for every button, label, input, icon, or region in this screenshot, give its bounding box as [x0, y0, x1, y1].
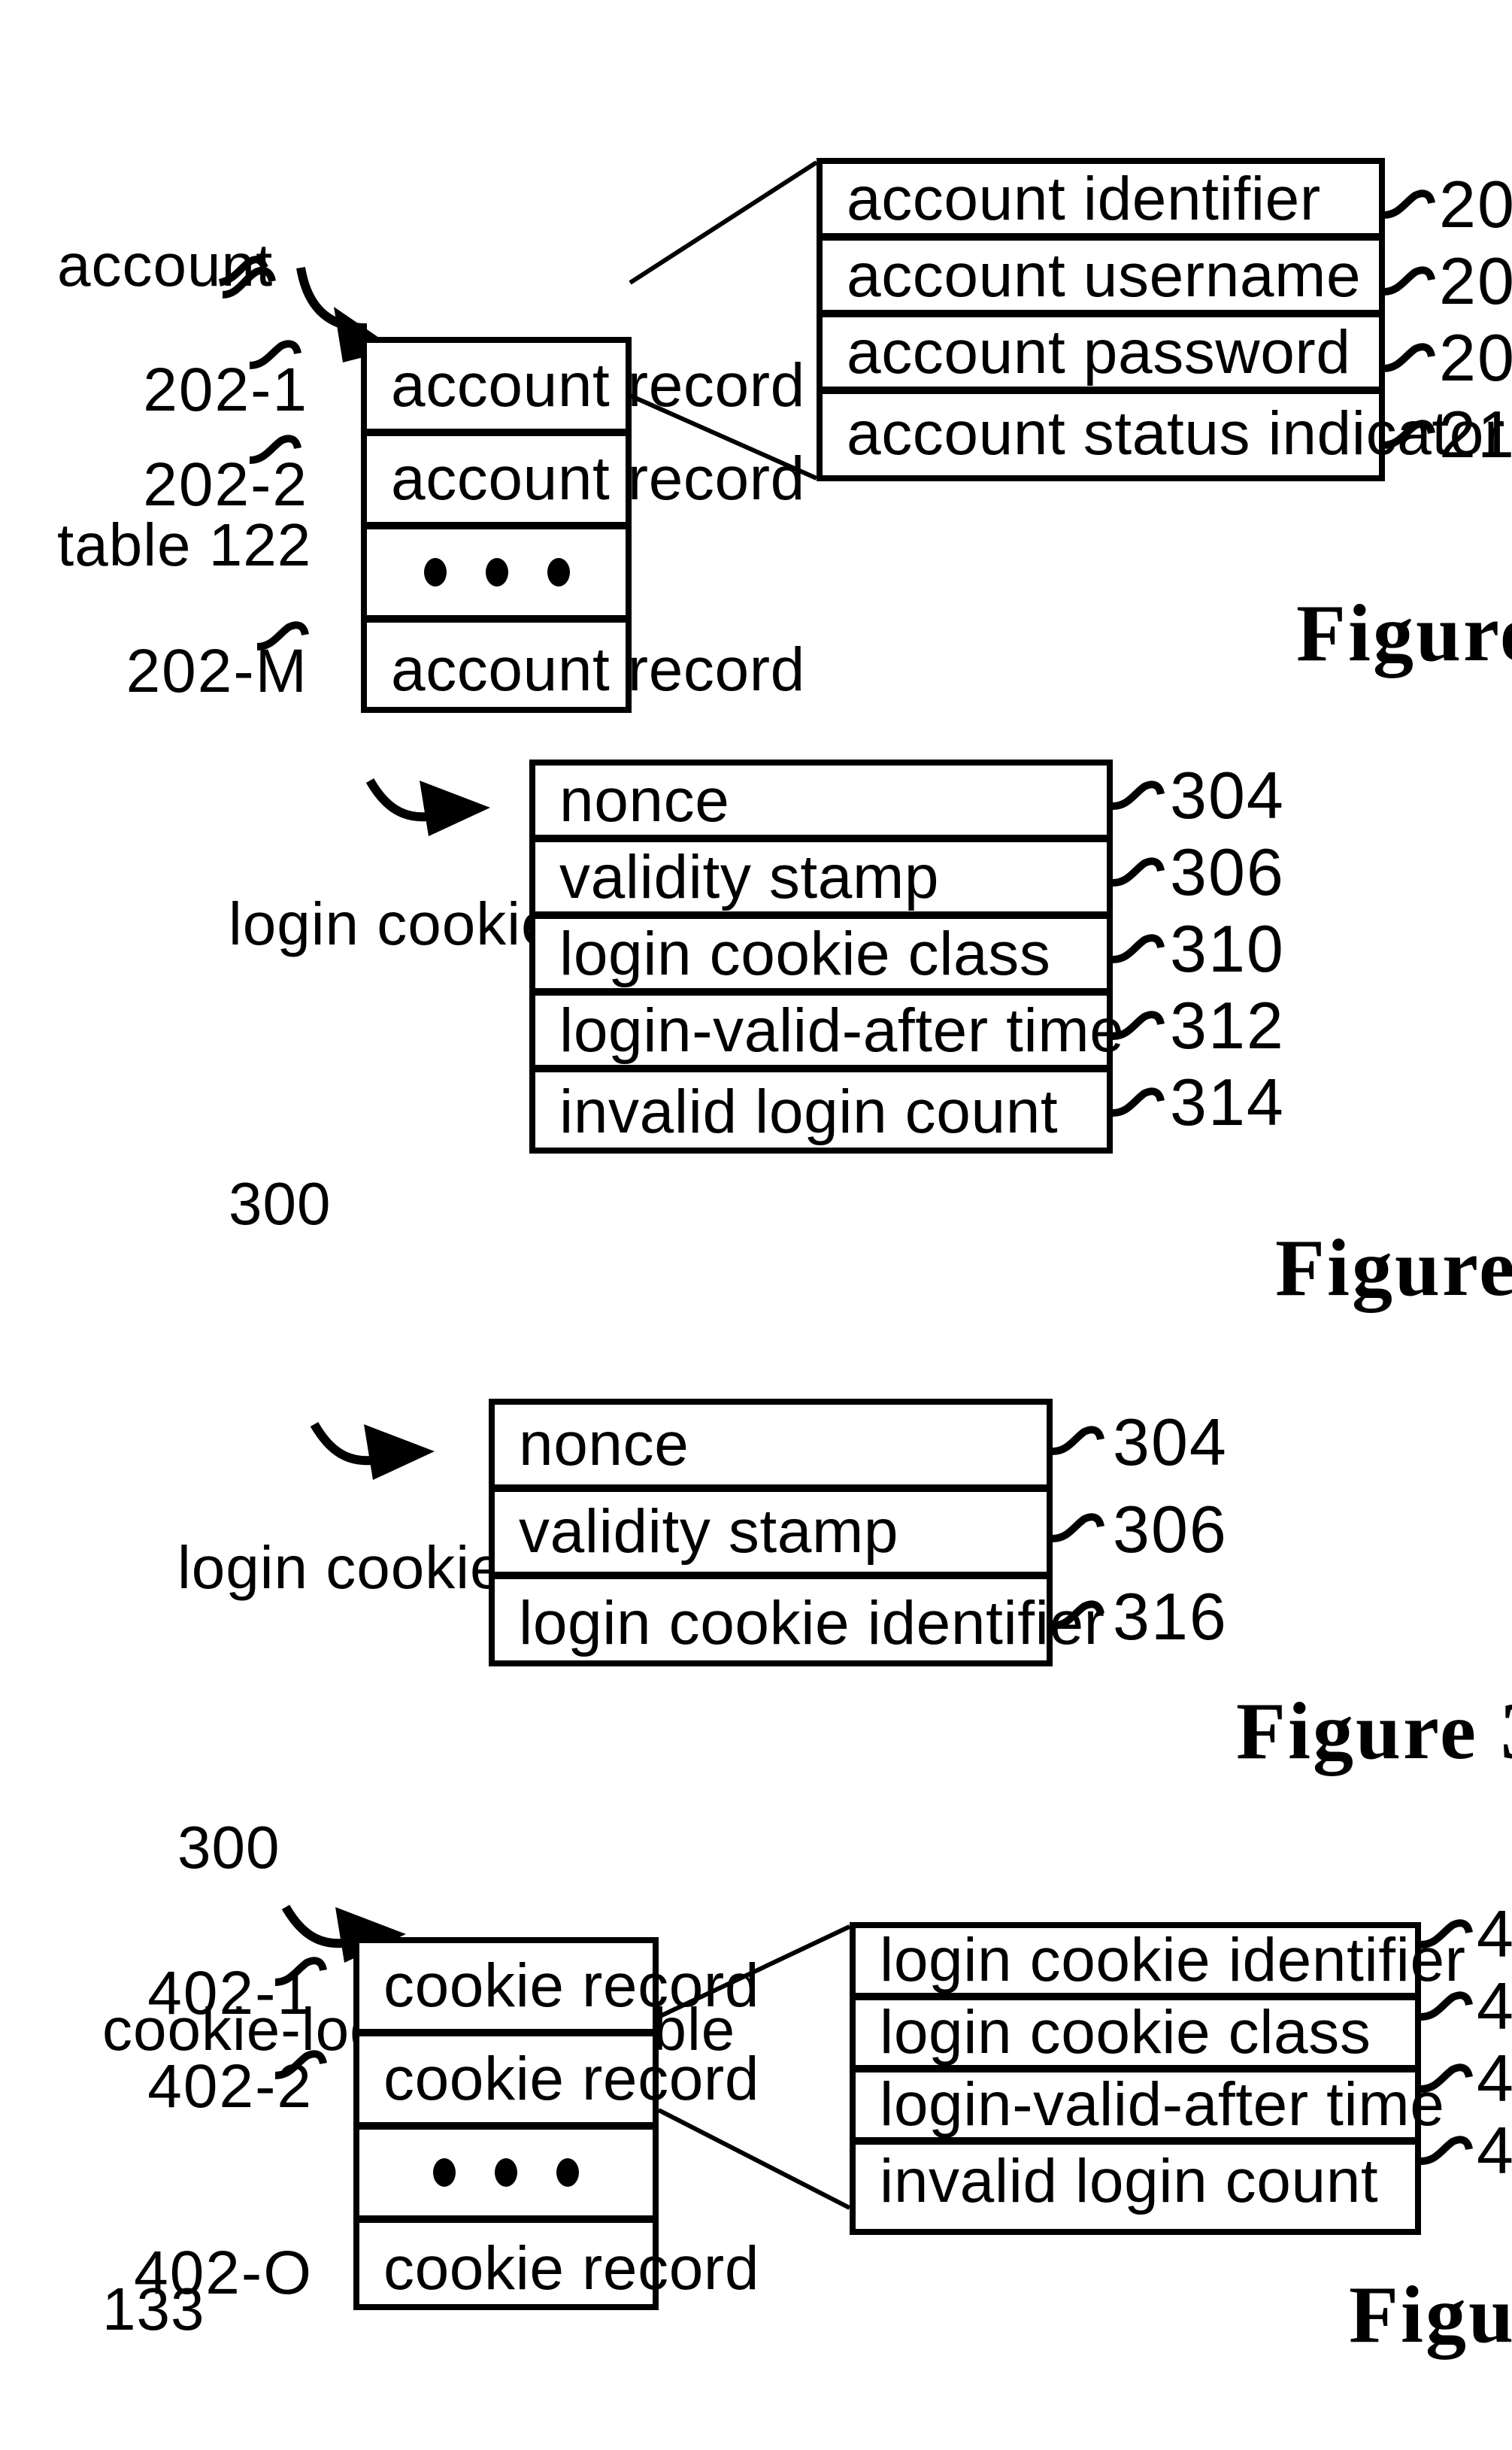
figure3a-row-login-valid-after-time: login-valid-after time	[535, 995, 1124, 1072]
figure3a-label-login-cookie-class: login cookie class	[559, 918, 1051, 987]
figure3a-ref-306: 306	[1170, 836, 1285, 910]
figure3a-ref-312: 312	[1170, 990, 1285, 1063]
figure3a-login-cookie-box: nonce validity stamp login cookie class …	[529, 760, 1124, 1154]
figure3a-label-nonce: nonce	[559, 765, 730, 834]
figure3a-label-invalid-login-count: invalid login count	[559, 1076, 1059, 1145]
figure2-ellipsis-row	[367, 529, 626, 623]
figure3a-label-login-valid-after-time: login-valid-after time	[559, 995, 1125, 1064]
figure2-ref-208: 208	[1439, 322, 1512, 396]
figure3b-ref-304: 304	[1113, 1406, 1228, 1480]
figure3b-row-login-cookie-identifier: login cookie identifier	[495, 1579, 1104, 1666]
figure3b-ref-306: 306	[1113, 1493, 1228, 1567]
figure2-account-record-detail: account identifier account username acco…	[817, 158, 1504, 481]
figure2-account-record-row-1: account record	[367, 343, 804, 436]
figure3a-row-validity-stamp: validity stamp	[535, 841, 1107, 919]
figure4-ref-404: 404	[1477, 1898, 1512, 1972]
figure4-detail-label-login-cookie-identifier: login cookie identifier	[880, 1925, 1466, 1994]
figure4-ref-408: 408	[1477, 2042, 1512, 2116]
figure4-ref-410: 410	[1477, 2115, 1512, 2188]
figure4-detail-label-login-valid-after-time: login-valid-after time	[880, 2069, 1445, 2139]
figure4-detail-label-login-cookie-class: login cookie class	[880, 1997, 1371, 2066]
figure4-ref-402-2: 402-2	[147, 2051, 313, 2121]
figure4-cookie-record-detail: login cookie identifier login cookie cla…	[850, 1922, 1465, 2235]
ref-leader-208	[1383, 343, 1435, 372]
figure2-ref-202-2: 202-2	[143, 450, 308, 519]
figure3a-ref-304: 304	[1170, 760, 1285, 833]
figure2-account-table: account record account record account re…	[361, 337, 804, 713]
figure4-cookie-record-label-o: cookie record	[383, 2233, 760, 2302]
figure3a-row-nonce: nonce	[535, 765, 1107, 842]
ellipsis-icon	[433, 2158, 579, 2187]
figure2-ref-206: 206	[1439, 245, 1512, 319]
figure2-detail-row-status: account status indicator	[823, 394, 1504, 472]
figure3a-ref-310: 310	[1170, 913, 1285, 987]
figure2-detail-row-password: account password	[823, 317, 1379, 394]
figure4-cookie-record-row-o: cookie record	[359, 2223, 759, 2313]
figure2-table-label-line1: account	[57, 233, 274, 299]
figure4-ref-402-o: 402-O	[134, 2238, 313, 2307]
figure2-caption: Figure 2	[1296, 588, 1512, 678]
figure2-detail-label-password: account password	[847, 317, 1351, 386]
figure2-ref-210: 210	[1439, 399, 1512, 472]
figure2-detail-label-status: account status indicator	[847, 398, 1505, 467]
figure4-cookie-record-row-1: cookie record	[359, 1943, 759, 2036]
figure3b-label-validity-stamp: validity stamp	[519, 1496, 899, 1566]
figure2-account-record-row-2: account record	[367, 436, 804, 529]
expansion-line-fig2-top	[629, 160, 818, 285]
figure2-account-record-label-1: account record	[391, 350, 805, 420]
ref-leader-204	[1383, 190, 1435, 219]
figure3a-caption: Figure 3A	[1275, 1223, 1512, 1313]
figure3b-row-nonce: nonce	[495, 1405, 1047, 1492]
figure4-detail-row-login-cookie-identifier: login cookie identifier	[856, 1925, 1465, 2000]
figure4-ref-402-1: 402-1	[147, 1958, 313, 2027]
figure4-detail-row-login-valid-after-time: login-valid-after time	[856, 2069, 1444, 2145]
drawing-sheet: account table 122 account record account…	[0, 0, 1512, 2360]
figure4-cookie-record-label-1: cookie record	[383, 1951, 760, 2020]
figure4-ref-406: 406	[1477, 1970, 1512, 2044]
figure2-detail-row-username: account username	[823, 240, 1379, 317]
figure2-account-record-label-2: account record	[391, 444, 805, 513]
figure3a-ref-314: 314	[1170, 1066, 1285, 1140]
figure4-ellipsis-row	[359, 2130, 653, 2223]
figure4-caption: Figure 4	[1349, 2270, 1512, 2360]
figure4-cookie-login-state-table: cookie record cookie record cookie recor…	[353, 1937, 759, 2313]
figure3a-label-validity-stamp: validity stamp	[559, 841, 940, 911]
figure3b-label-nonce: nonce	[519, 1409, 689, 1478]
figure2-detail-row-identifier: account identifier	[823, 163, 1379, 241]
figure3a-table-label-line1: login cookie	[229, 892, 556, 958]
figure4-cookie-record-label-2: cookie record	[383, 2044, 760, 2113]
figure2-ref-204: 204	[1439, 168, 1512, 242]
ellipsis-icon	[423, 558, 569, 587]
figure2-detail-label-identifier: account identifier	[847, 163, 1321, 232]
figure4-detail-row-login-cookie-class: login cookie class	[856, 1997, 1415, 2072]
figure2-ref-202-1: 202-1	[143, 355, 308, 424]
figure3b-label-login-cookie-identifier: login cookie identifier	[519, 1587, 1105, 1657]
figure3a-row-invalid-login-count: invalid login count	[535, 1072, 1107, 1151]
figure2-detail-label-username: account username	[847, 240, 1362, 309]
figure3b-row-validity-stamp: validity stamp	[495, 1492, 1047, 1579]
figure3b-login-cookie-box: nonce validity stamp login cookie identi…	[489, 1399, 1104, 1666]
figure3b-ref-316: 316	[1113, 1581, 1228, 1654]
figure3a-table-label: login cookie 300	[229, 692, 556, 1345]
figure3b-caption: Figure 3B	[1236, 1686, 1512, 1776]
figure3a-row-login-cookie-class: login cookie class	[535, 918, 1107, 996]
figure3a-table-label-line2: 300	[229, 1172, 332, 1238]
figure3b-table-label-line1: login cookie	[177, 1536, 505, 1602]
figure4-detail-row-invalid-login-count: invalid login count	[856, 2145, 1415, 2218]
figure4-detail-label-invalid-login-count: invalid login count	[880, 2146, 1379, 2215]
figure4-cookie-record-row-2: cookie record	[359, 2036, 759, 2130]
ref-leader-206	[1383, 266, 1435, 296]
